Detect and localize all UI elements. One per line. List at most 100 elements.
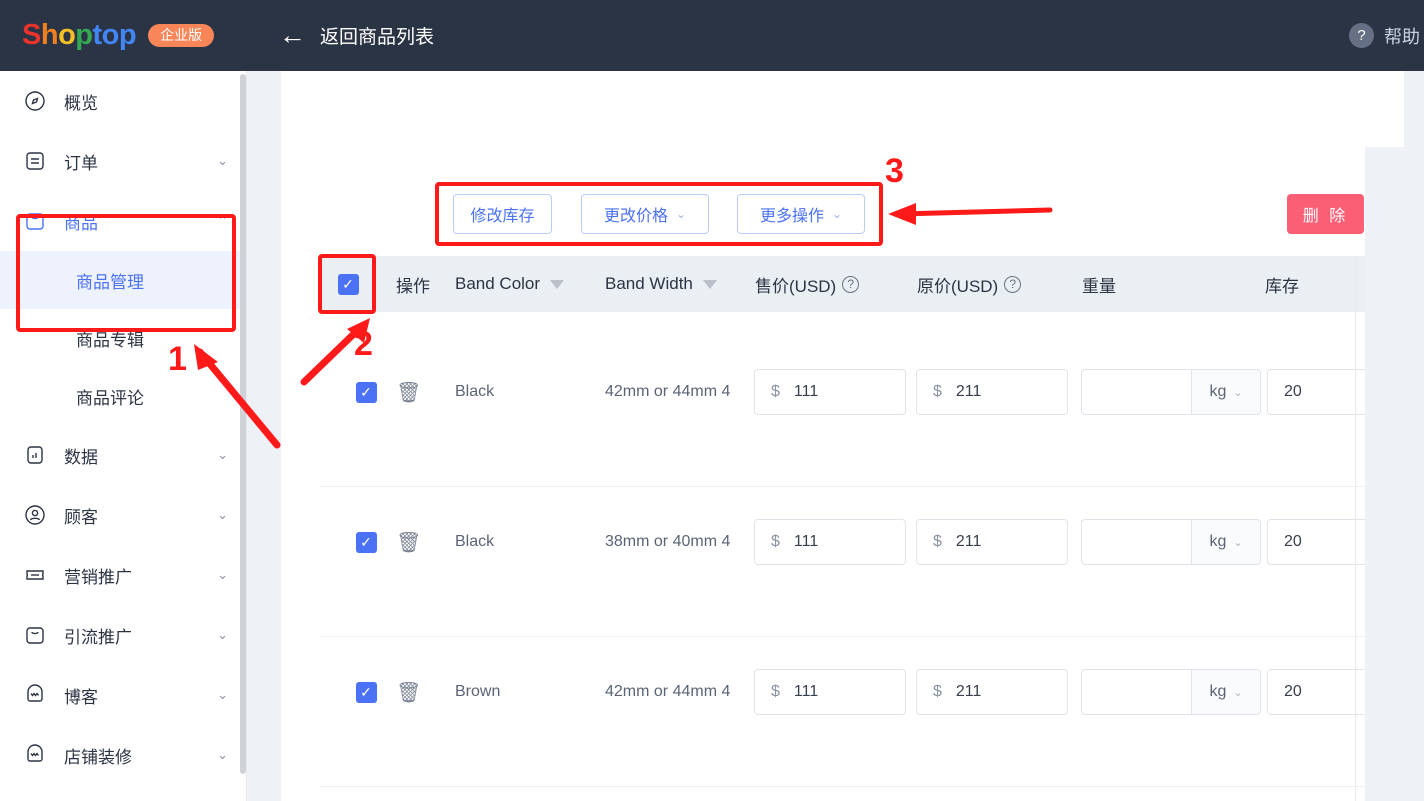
price-input[interactable]: $ 111 <box>754 369 906 415</box>
weight-input-group: kg ⌄ <box>1081 669 1261 715</box>
sidebar-item-overview[interactable]: 概览 <box>0 71 246 131</box>
cell-price: $ 111 <box>754 637 906 747</box>
trash-icon[interactable]: 🗑 <box>396 680 421 705</box>
trash-icon[interactable]: 🗑 <box>396 380 421 405</box>
order-icon <box>22 148 48 174</box>
chevron-down-icon: ⌄ <box>1233 386 1243 399</box>
column-header-band-width: Band Width <box>605 256 717 312</box>
cell-band-width: 38mm or 40mm 4 <box>605 533 731 550</box>
weight-input[interactable] <box>1081 519 1191 565</box>
product-icon <box>22 208 48 234</box>
price-input[interactable]: $ 111 <box>754 519 906 565</box>
chevron-up-icon: ⌃ <box>217 213 228 228</box>
weight-unit-select[interactable]: kg ⌄ <box>1191 519 1261 565</box>
select-all-checkbox-cell: ✓ <box>320 256 376 312</box>
back-to-product-list-button[interactable]: ← 返回商品列表 <box>246 22 434 49</box>
sidebar-item-traffic[interactable]: 引流推广 ⌄ <box>0 605 246 665</box>
original-price-input[interactable]: $ 211 <box>916 369 1068 415</box>
currency-symbol: $ <box>771 683 780 700</box>
cell-weight: kg ⌄ <box>1081 337 1261 447</box>
column-label: Band Color <box>455 274 541 293</box>
table-row: ✓ 🗑 Black 42mm or 44mm 4 $ 111 $ 211 kg … <box>320 337 1419 487</box>
trash-icon[interactable]: 🗑 <box>396 530 421 555</box>
cell-band-color: Brown <box>455 683 501 700</box>
price-input[interactable]: $ 111 <box>754 669 906 715</box>
sidebar-item-customers[interactable]: 顾客 ⌄ <box>0 485 246 545</box>
original-price-input[interactable]: $ 211 <box>916 669 1068 715</box>
column-label: 售价(USD) <box>755 276 837 296</box>
weight-input[interactable] <box>1081 669 1191 715</box>
sidebar-subitem-label: 商品管理 <box>76 272 144 292</box>
sidebar-item-product-collection[interactable]: 商品专辑 <box>0 309 246 367</box>
weight-unit-select[interactable]: kg ⌄ <box>1191 369 1261 415</box>
filter-icon[interactable] <box>702 279 717 289</box>
row-checkbox[interactable]: ✓ <box>355 681 377 703</box>
help-icon[interactable]: ? <box>1004 275 1022 293</box>
price-value: 111 <box>793 533 819 550</box>
row-checkbox[interactable]: ✓ <box>355 531 377 553</box>
chevron-down-icon: ⌄ <box>217 567 228 582</box>
sidebar-item-store-decoration[interactable]: 店铺装修 ⌄ <box>0 725 246 785</box>
edit-stock-button[interactable]: 修改库存 <box>453 194 552 234</box>
column-header-price: 售价(USD) ? <box>755 256 860 312</box>
filter-icon[interactable] <box>550 279 565 289</box>
currency-symbol: $ <box>771 533 780 550</box>
sidebar-item-blog[interactable]: 博客 ⌄ <box>0 665 246 725</box>
select-all-checkbox[interactable]: ✓ <box>337 273 359 295</box>
original-price-value: 211 <box>955 683 982 700</box>
row-delete-cell: 🗑 <box>396 637 421 747</box>
chevron-down-icon: ⌄ <box>217 627 228 642</box>
sidebar-item-marketing[interactable]: 营销推广 ⌄ <box>0 545 246 605</box>
more-actions-button[interactable]: 更多操作 ⌄ <box>737 194 865 234</box>
currency-symbol: $ <box>933 383 942 400</box>
table-header-row: 操作 Band Color Band Width 售价(USD) ? 原价(US… <box>320 256 1365 312</box>
sidebar-item-products[interactable]: 商品 ⌃ <box>0 191 246 251</box>
sidebar-item-label: 店铺装修 <box>64 747 132 767</box>
column-header-original-price: 原价(USD) ? <box>917 256 1022 312</box>
sidebar-item-product-management[interactable]: 商品管理 <box>0 251 246 309</box>
help-icon: ? <box>1349 23 1374 48</box>
weight-input[interactable] <box>1081 369 1191 415</box>
weight-unit-select[interactable]: kg ⌄ <box>1191 669 1261 715</box>
sidebar-item-product-reviews[interactable]: 商品评论 <box>0 367 246 425</box>
stock-value: 20 <box>1284 383 1302 400</box>
row-checkbox-cell: ✓ <box>338 637 394 747</box>
sidebar-nav: 概览 订单 ⌄ 商品 ⌃ 商品管理 商品专辑 商品评论 数据 ⌄ 顾客 ⌄ 营销… <box>0 71 246 801</box>
store-decoration-icon <box>22 742 48 768</box>
cell-original-price: $ 211 <box>916 637 1068 747</box>
delete-button[interactable]: 删 除 <box>1287 194 1364 234</box>
sidebar-item-label: 博客 <box>64 687 98 707</box>
stock-value: 20 <box>1284 683 1302 700</box>
help-button[interactable]: ? 帮助 <box>1349 0 1424 71</box>
marketing-icon <box>22 562 48 588</box>
change-price-button[interactable]: 更改价格 ⌄ <box>581 194 709 234</box>
weight-input-group: kg ⌄ <box>1081 519 1261 565</box>
change-price-label: 更改价格 <box>603 208 668 225</box>
customer-icon <box>22 502 48 528</box>
more-actions-label: 更多操作 <box>759 208 824 225</box>
chevron-down-icon: ⌄ <box>831 207 843 221</box>
help-icon[interactable]: ? <box>842 275 860 293</box>
sidebar-divider <box>246 71 247 801</box>
blog-icon <box>22 682 48 708</box>
row-checkbox[interactable]: ✓ <box>355 381 377 403</box>
original-price-input[interactable]: $ 211 <box>916 519 1068 565</box>
shoptop-logo[interactable]: Shoptop <box>22 19 137 52</box>
price-value: 111 <box>793 383 819 400</box>
sidebar-item-analytics[interactable]: 数据 ⌄ <box>0 425 246 485</box>
cell-band-color: Black <box>455 383 495 400</box>
table-right-clip <box>1365 147 1424 801</box>
row-delete-cell: 🗑 <box>396 337 421 447</box>
cell-weight: kg ⌄ <box>1081 637 1261 747</box>
currency-symbol: $ <box>771 383 780 400</box>
top-bar: Shoptop 企业版 ← 返回商品列表 ? 帮助 <box>0 0 1424 71</box>
sidebar-item-label: 数据 <box>64 447 98 467</box>
chevron-down-icon: ⌄ <box>217 447 228 462</box>
sidebar-scrollbar[interactable] <box>240 74 246 774</box>
sidebar-item-orders[interactable]: 订单 ⌄ <box>0 131 246 191</box>
chevron-down-icon: ⌄ <box>217 747 228 762</box>
chevron-down-icon: ⌄ <box>217 153 228 168</box>
compass-icon <box>22 88 48 114</box>
cell-band-color: Black <box>455 533 495 550</box>
delete-label: 删 除 <box>1302 208 1349 225</box>
